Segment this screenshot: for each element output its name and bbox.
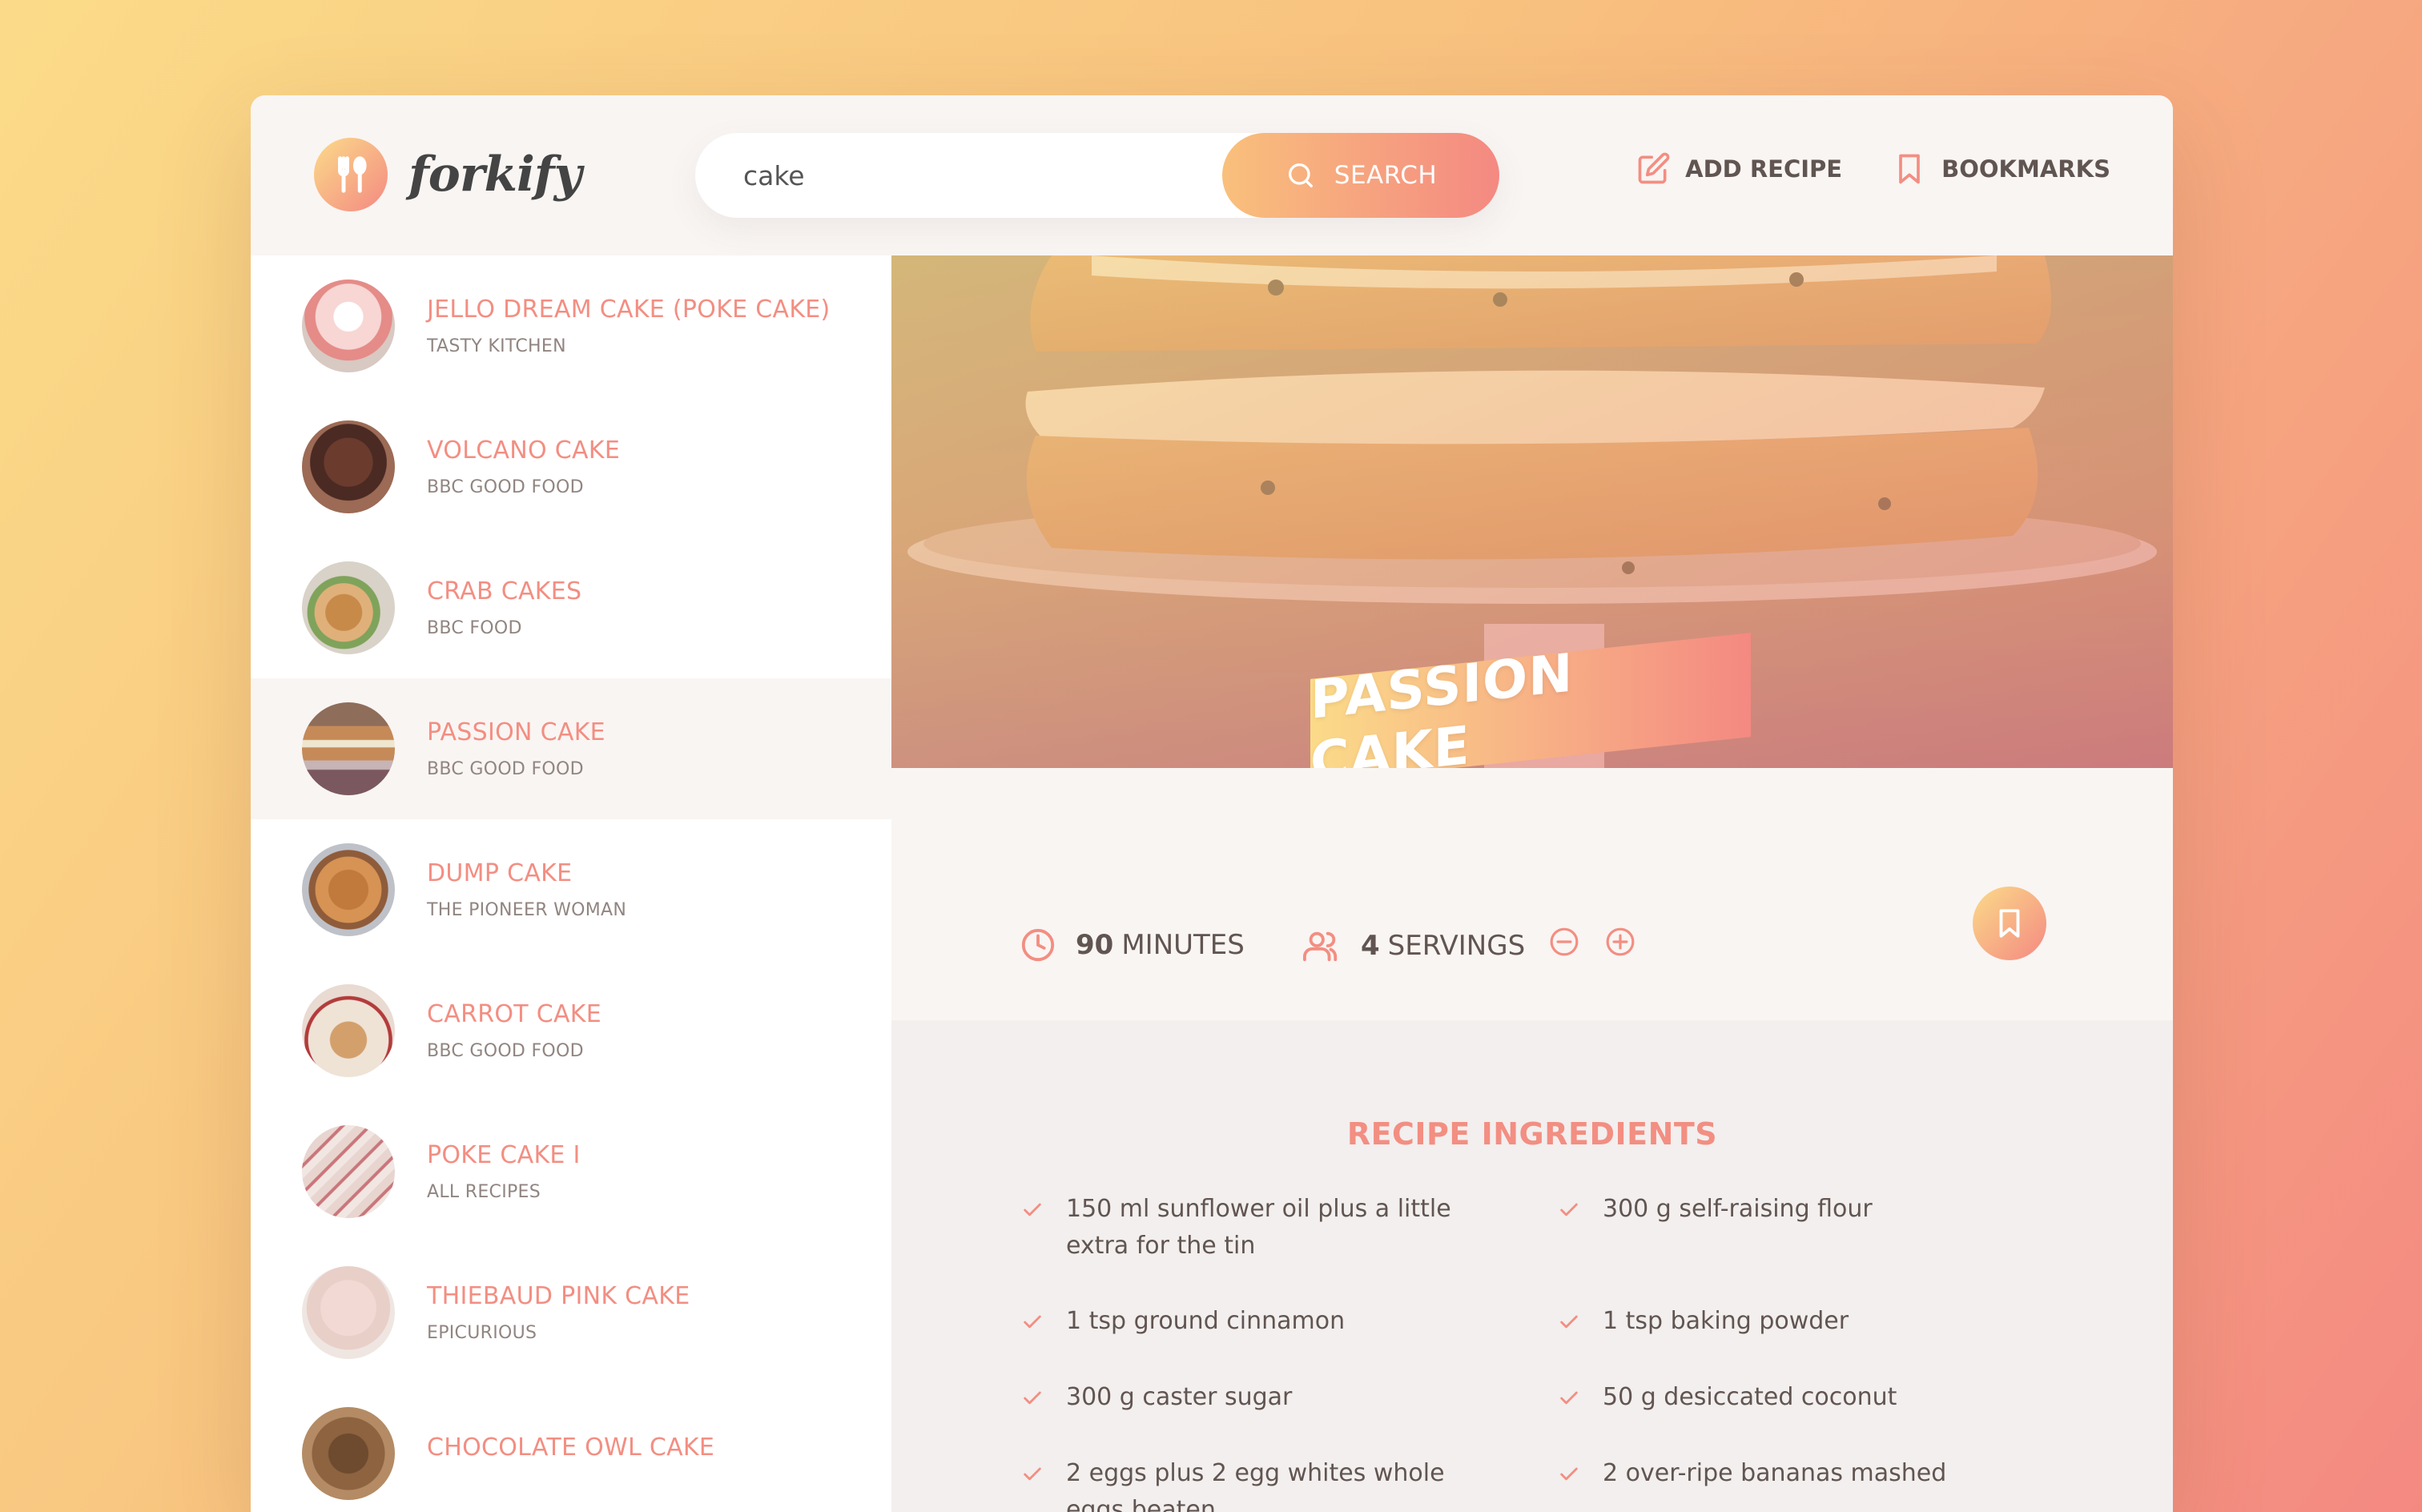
result-title: POKE CAKE I [427,1141,581,1169]
increase-servings-button[interactable] [1605,927,1655,964]
result-title: JELLO DREAM CAKE (POKE CAKE) [427,296,831,324]
result-item[interactable]: CRAB CAKES BBC FOOD [251,537,891,678]
users-icon [1302,931,1338,961]
servings-value: 4 [1361,929,1380,962]
result-publisher: BBC FOOD [427,618,522,638]
bookmark-icon [1999,909,2020,938]
bookmark-recipe-button[interactable] [1973,887,2046,960]
add-recipe-button[interactable]: ADD RECIPE [1635,151,1842,187]
recipe-thumbnail [302,702,395,795]
ingredient-item: 2 over-ripe bananas mashed [1556,1455,2005,1492]
recipe-ingredients: RECIPE INGREDIENTS 150 ml sunflower oil … [891,1020,2173,1512]
search-results: JELLO DREAM CAKE (POKE CAKE) TASTY KITCH… [251,255,891,1512]
header: forkify SEARCH ADD RECIPE [251,95,2173,255]
servings-unit: SERVINGS [1387,929,1526,962]
recipe-thumbnail [302,1407,395,1500]
result-publisher: THE PIONEER WOMAN [427,900,627,920]
bookmarks-button[interactable]: BOOKMARKS [1892,151,2110,187]
add-recipe-label: ADD RECIPE [1685,155,1843,183]
logo[interactable]: forkify [314,138,581,211]
fork-spoon-icon [314,138,388,211]
result-publisher: EPICURIOUS [427,1323,537,1343]
cooking-time-unit: MINUTES [1121,929,1245,961]
check-icon [1024,1203,1041,1216]
search-input[interactable] [743,133,1192,218]
edit-icon [1638,152,1670,184]
result-item-active[interactable]: PASSION CAKE BBC GOOD FOOD [251,678,891,819]
result-title: CHOCOLATE OWL CAKE [427,1433,715,1462]
result-publisher: ALL RECIPES [427,1182,541,1202]
recipe-details: 90 MINUTES 4 SERVINGS [891,768,2173,1020]
result-title: CARROT CAKE [427,1000,602,1028]
check-icon [1024,1467,1041,1481]
recipe-thumbnail [302,984,395,1077]
result-publisher: TASTY KITCHEN [427,336,566,356]
recipe-thumbnail [302,420,395,513]
recipe-image: PASSION CAKE [891,255,2173,768]
check-icon [1560,1203,1578,1216]
result-item[interactable]: CARROT CAKE BBC GOOD FOOD [251,960,891,1101]
cooking-time-value: 90 [1076,929,1114,961]
minus-circle-icon [1550,927,1579,956]
check-icon [1560,1315,1578,1329]
result-item[interactable]: THIEBAUD PINK CAKE EPICURIOUS [251,1242,891,1383]
result-publisher: BBC GOOD FOOD [427,477,584,497]
result-item[interactable]: CHOCOLATE OWL CAKE [251,1383,891,1512]
search-button-label: SEARCH [1334,161,1438,190]
result-publisher: BBC GOOD FOOD [427,759,584,779]
plus-circle-icon [1606,927,1635,956]
result-title: THIEBAUD PINK CAKE [427,1282,690,1310]
recipe-thumbnail [302,1266,395,1359]
recipe-view: PASSION CAKE 90 MINUTES 4 SERVINGS RECIP… [891,255,2173,1512]
bookmarks-label: BOOKMARKS [1941,155,2110,183]
result-title: PASSION CAKE [427,718,606,746]
recipe-thumbnail [302,843,395,936]
ingredient-item: 300 g caster sugar [1020,1379,1468,1416]
ingredient-item: 1 tsp baking powder [1556,1303,2005,1340]
result-title: VOLCANO CAKE [427,436,621,464]
search-form: SEARCH [695,133,1499,218]
logo-text: forkify [408,147,581,203]
main-nav: ADD RECIPE BOOKMARKS [1635,151,2110,187]
ingredient-item: 1 tsp ground cinnamon [1020,1303,1468,1340]
ingredient-item: 50 g desiccated coconut [1556,1379,2005,1416]
check-icon [1024,1391,1041,1405]
bookmark-icon [1899,154,1920,184]
check-icon [1024,1315,1041,1329]
result-item[interactable]: VOLCANO CAKE BBC GOOD FOOD [251,396,891,537]
result-title: CRAB CAKES [427,577,582,605]
recipe-thumbnail [302,279,395,372]
result-title: DUMP CAKE [427,859,573,887]
servings-controls [1549,927,1655,964]
clock-icon [1021,928,1055,962]
search-icon [1288,163,1313,187]
result-publisher: BBC GOOD FOOD [427,1041,584,1061]
search-button[interactable]: SEARCH [1222,133,1499,218]
result-item[interactable]: JELLO DREAM CAKE (POKE CAKE) TASTY KITCH… [251,255,891,396]
app-container: forkify SEARCH ADD RECIPE [251,95,2173,1512]
ingredient-item: 150 ml sunflower oil plus a little extra… [1020,1191,1468,1265]
ingredient-item: 2 eggs plus 2 egg whites whole eggs beat… [1020,1455,1468,1512]
check-icon [1560,1391,1578,1405]
ingredients-heading: RECIPE INGREDIENTS [1346,1116,1718,1152]
decrease-servings-button[interactable] [1549,927,1599,964]
result-item[interactable]: POKE CAKE I ALL RECIPES [251,1101,891,1242]
ingredient-item: 300 g self-raising flour [1556,1191,2005,1228]
result-item[interactable]: DUMP CAKE THE PIONEER WOMAN [251,819,891,960]
recipe-thumbnail [302,561,395,654]
cooking-time: 90 MINUTES [1020,927,1245,963]
recipe-thumbnail [302,1125,395,1218]
servings: 4 SERVINGS [1302,927,1655,964]
check-icon [1560,1467,1578,1481]
